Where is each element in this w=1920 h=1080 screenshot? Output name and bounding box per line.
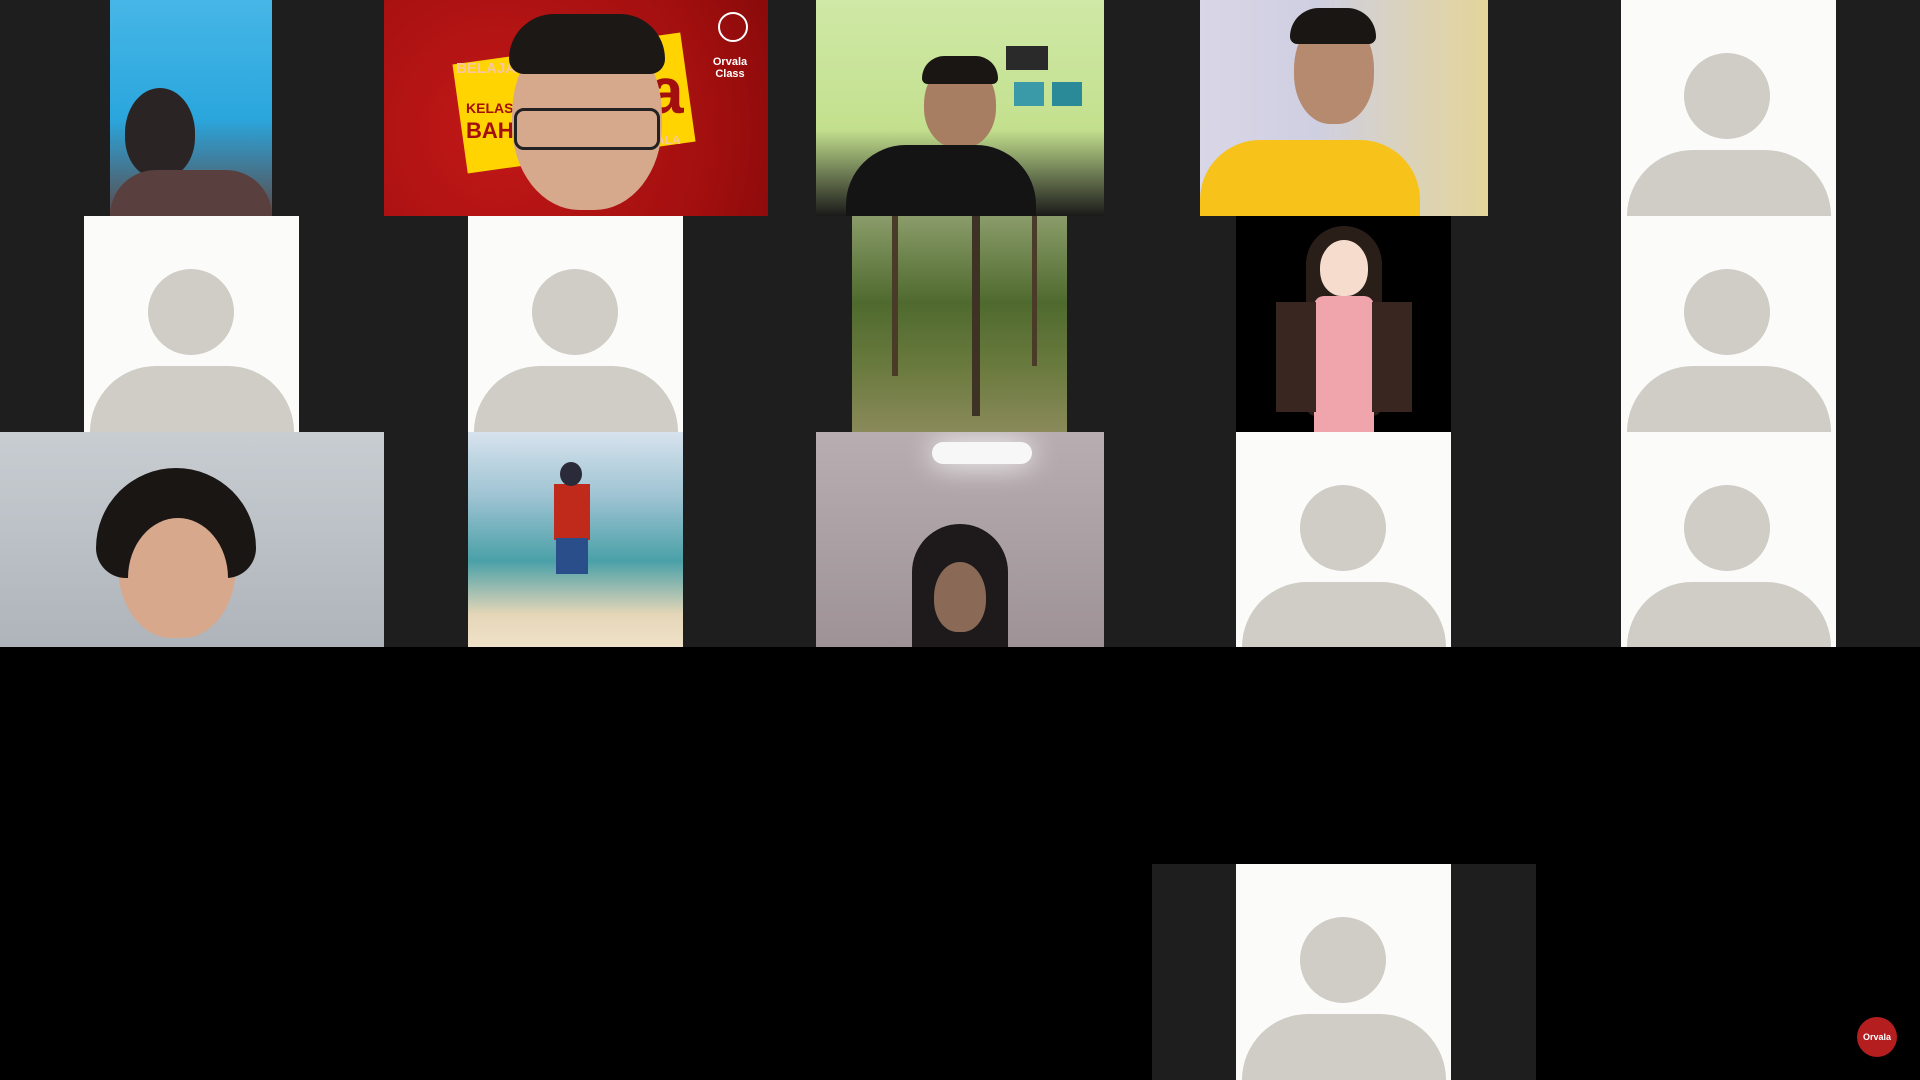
avatar-tile-p10[interactable] <box>1621 216 1836 432</box>
avatar-placeholder-body <box>1627 582 1831 647</box>
host-brand-sub: Class <box>715 68 745 80</box>
tree-trunk <box>892 216 898 376</box>
video-tile-p1[interactable] <box>110 0 272 216</box>
participant-shirt <box>846 145 1036 216</box>
video-tile-p12[interactable] <box>468 432 683 647</box>
participant-shirt <box>1200 140 1420 216</box>
ceiling-light <box>932 442 1032 464</box>
avatar-tile-p15[interactable] <box>1621 432 1836 647</box>
watermark-label: Orvala <box>1862 1032 1892 1042</box>
wall-frame <box>1006 46 1048 70</box>
avatar-placeholder-body <box>1242 1014 1446 1080</box>
tree-trunk <box>972 216 980 416</box>
avatar-placeholder-body <box>1242 582 1446 647</box>
banner-line3: BAH <box>466 118 514 143</box>
video-tile-p9[interactable] <box>1236 216 1451 432</box>
avatar-tile-p6[interactable] <box>84 216 299 432</box>
video-tile-p11[interactable] <box>0 432 384 647</box>
person-head <box>560 462 582 486</box>
avatar-placeholder-body <box>474 366 678 432</box>
tree-trunk <box>1032 216 1037 366</box>
participant-hair <box>1290 8 1376 44</box>
anime-kimono <box>1314 296 1374 432</box>
wall-frame <box>1014 82 1044 106</box>
avatar-placeholder-icon <box>1300 917 1386 1003</box>
host-brand-name: Orvala <box>712 56 748 68</box>
anime-face <box>1320 240 1368 296</box>
avatar-placeholder-icon <box>148 269 234 355</box>
participant-face-front <box>128 518 228 638</box>
participant-face <box>934 562 986 632</box>
video-tile-p8[interactable] <box>852 216 1067 432</box>
avatar-placeholder-icon <box>532 269 618 355</box>
avatar-placeholder-body <box>1627 366 1831 432</box>
host-hair <box>509 14 665 74</box>
avatar-placeholder-icon <box>1684 269 1770 355</box>
video-tile-p2-host[interactable]: BELAJAR KELAS BAH a ALA Orvala Class <box>384 0 768 216</box>
avatar-tile-p7[interactable] <box>468 216 683 432</box>
banner-line2: KELAS <box>466 100 514 116</box>
avatar-tile-p14[interactable] <box>1236 432 1451 647</box>
orvala-logo-icon <box>718 12 748 42</box>
video-tile-p3[interactable] <box>816 0 1104 216</box>
video-tile-p13[interactable] <box>816 432 1104 647</box>
participant-face <box>125 88 195 178</box>
avatar-placeholder-icon <box>1300 485 1386 571</box>
avatar-tile-p5[interactable] <box>1621 0 1836 216</box>
wall-frame <box>1052 82 1082 106</box>
avatar-placeholder-icon <box>1684 53 1770 139</box>
avatar-placeholder-body <box>1627 150 1831 216</box>
host-glasses <box>514 108 660 150</box>
video-tile-p4[interactable] <box>1200 0 1488 216</box>
participant-hair <box>922 56 998 84</box>
avatar-placeholder-body <box>90 366 294 432</box>
person-torso <box>554 484 590 540</box>
participant-shirt <box>110 170 272 216</box>
anime-haori-right <box>1372 302 1412 412</box>
avatar-tile-p16[interactable] <box>1236 864 1451 1080</box>
anime-haori-left <box>1276 302 1316 412</box>
person-shorts <box>556 538 588 574</box>
avatar-placeholder-icon <box>1684 485 1770 571</box>
orvala-watermark-logo: Orvala <box>1857 1017 1897 1057</box>
